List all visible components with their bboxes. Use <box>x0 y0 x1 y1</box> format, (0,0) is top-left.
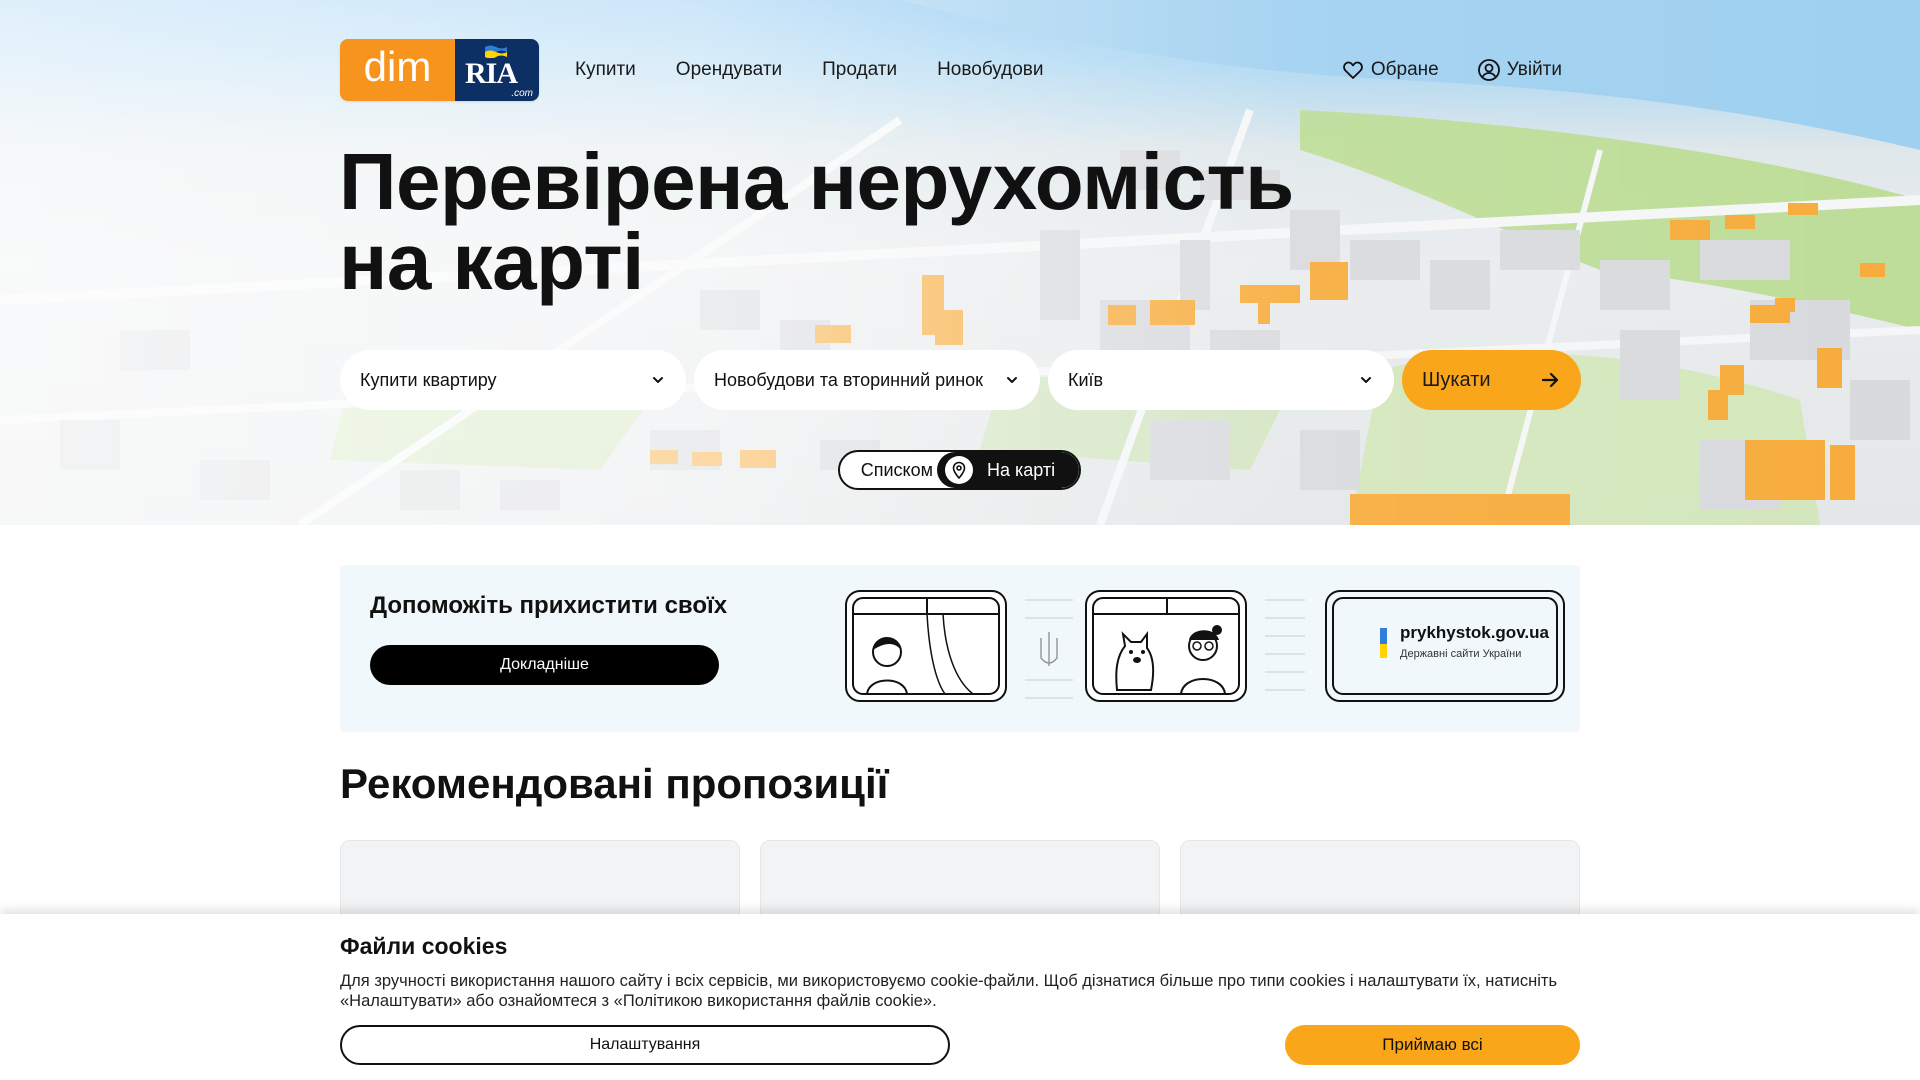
nav-rent[interactable]: Орендувати <box>676 59 782 81</box>
login-link[interactable]: Увійти <box>1477 58 1562 82</box>
chevron-down-icon <box>653 377 663 383</box>
recommended-title: Рекомендовані пропозиції <box>340 760 889 807</box>
chevron-down-icon <box>1007 377 1017 383</box>
hero-title: Перевірена нерухомість на карті <box>339 142 1294 302</box>
favorites-label: Обране <box>1370 59 1439 80</box>
arrow-right-icon <box>1541 372 1559 388</box>
operation-value: Купити квартиру <box>360 369 497 390</box>
hero-title-line2: на карті <box>339 217 644 306</box>
banner-title: Допоможіть прихистити своїх <box>370 592 728 619</box>
prykhystok-site-name: prykhystok.gov.ua <box>1400 623 1549 642</box>
search-button-label: Шукати <box>1422 368 1491 391</box>
cookie-settings-button[interactable]: Налаштування <box>340 1025 950 1065</box>
view-toggle: Списком На карті <box>838 450 1081 490</box>
site-header: dim RIA .com Купити Орендувати Продати Н… <box>340 39 1562 101</box>
logo-dim: dim <box>340 39 455 101</box>
main-nav: Купити Орендувати Продати Новобудови <box>575 59 1044 81</box>
user-icon <box>1477 59 1500 81</box>
cookie-text: Для зручності використання нашого сайту … <box>340 972 1558 1010</box>
search-form: Купити квартиру Новобудови та вторинний … <box>340 350 1581 410</box>
chevron-down-icon <box>1361 377 1371 383</box>
city-select[interactable]: Київ <box>1048 350 1394 410</box>
map-pin-icon <box>945 456 973 484</box>
cookie-title: Файли cookies <box>340 933 508 959</box>
logo-ria-text: RIA <box>465 57 518 90</box>
logo-suffix: .com <box>511 88 533 99</box>
operation-select[interactable]: Купити квартиру <box>340 350 686 410</box>
header-actions: Обране Увійти <box>1341 58 1562 82</box>
market-value: Новобудови та вторинний ринок <box>714 369 984 390</box>
site-logo[interactable]: dim RIA .com <box>340 39 539 101</box>
search-button[interactable]: Шукати <box>1402 350 1581 410</box>
heart-icon <box>1343 61 1363 79</box>
city-value: Київ <box>1068 369 1104 390</box>
login-label: Увійти <box>1506 59 1562 80</box>
view-map-option[interactable]: На карті <box>937 452 1079 488</box>
view-list-option[interactable]: Списком <box>840 460 937 481</box>
cookie-banner: Файли cookies Для зручності використання… <box>0 914 1920 1080</box>
nav-buy[interactable]: Купити <box>575 59 636 81</box>
favorites-link[interactable]: Обране <box>1341 58 1439 82</box>
shelter-banner: Допоможіть прихистити своїх Докладніше p… <box>340 565 1580 732</box>
view-map-label: На карті <box>987 459 1056 480</box>
nav-new-buildings[interactable]: Новобудови <box>937 59 1043 81</box>
cookie-accept-button[interactable]: Приймаю всі <box>1285 1025 1580 1065</box>
market-select[interactable]: Новобудови та вторинний ринок <box>694 350 1040 410</box>
hero-section: dim RIA .com Купити Орендувати Продати Н… <box>0 0 1920 525</box>
logo-ria: RIA .com <box>455 39 539 101</box>
hero-title-line1: Перевірена нерухомість <box>339 137 1294 226</box>
banner-more-button[interactable]: Докладніше <box>370 645 719 685</box>
nav-sell[interactable]: Продати <box>822 59 897 81</box>
prykhystok-caption: Державні сайти України <box>1400 648 1522 660</box>
ukraine-flag-icon <box>485 45 507 58</box>
